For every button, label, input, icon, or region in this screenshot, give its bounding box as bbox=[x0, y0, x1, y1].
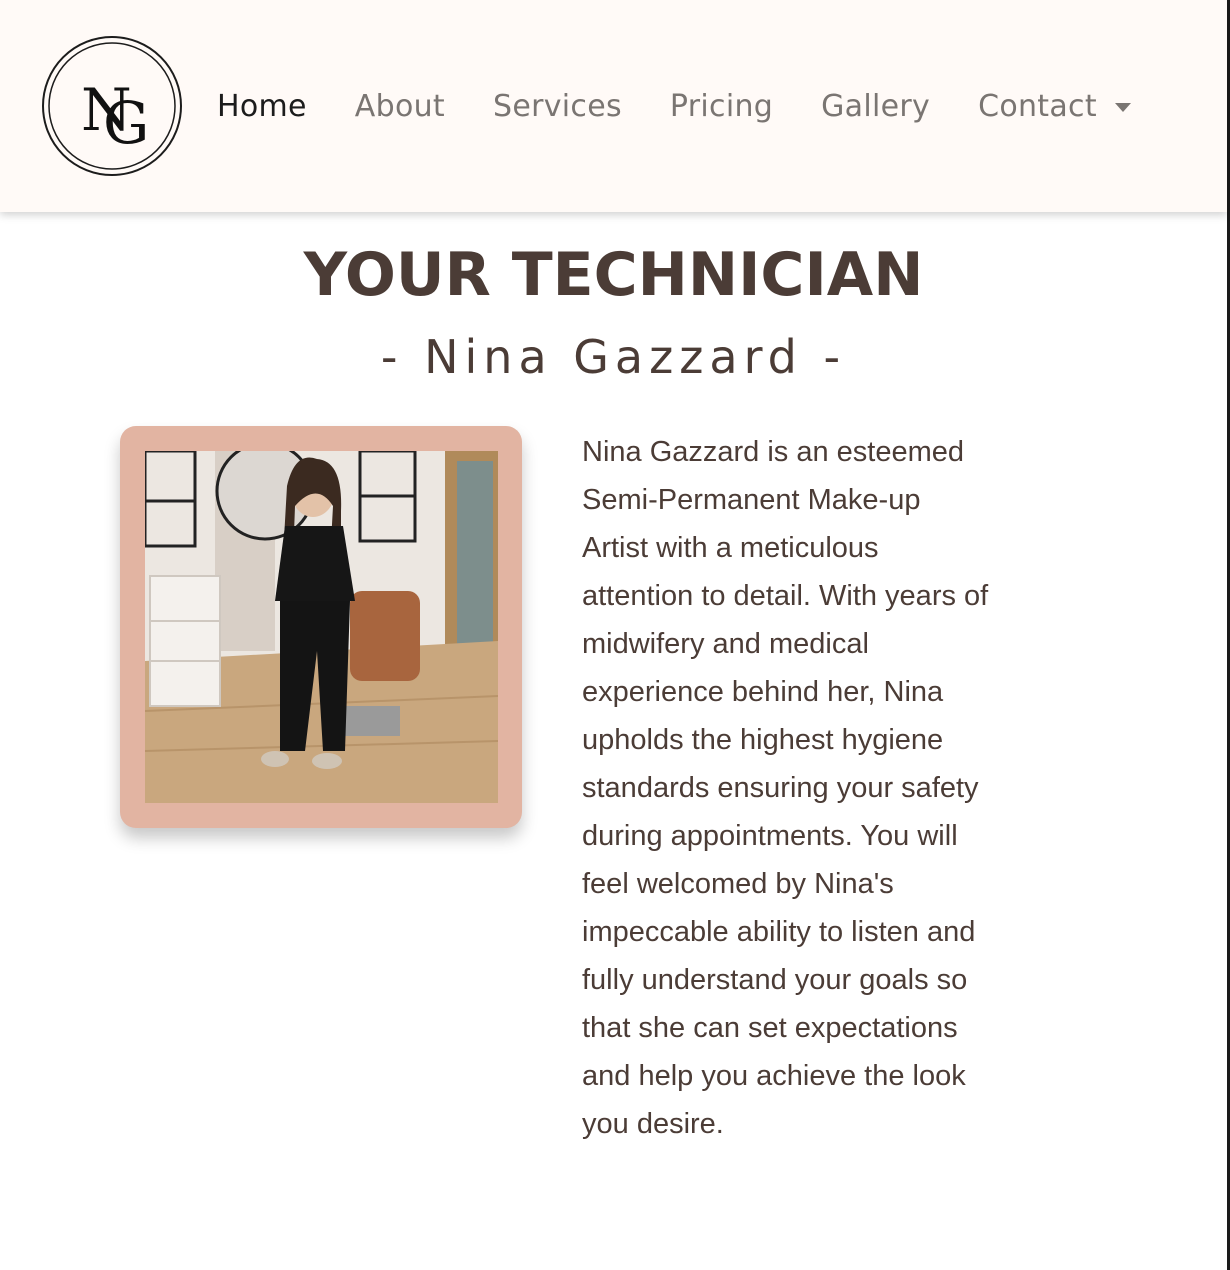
ng-monogram-logo-icon: N G bbox=[42, 36, 182, 176]
nav-about[interactable]: About bbox=[355, 89, 445, 124]
section-title: YOUR TECHNICIAN bbox=[303, 240, 924, 310]
technician-photo bbox=[145, 451, 498, 803]
technician-name-subtitle: - Nina Gazzard - bbox=[380, 330, 847, 384]
nav-home[interactable]: Home bbox=[217, 89, 307, 124]
nav-contact-dropdown[interactable]: Contact bbox=[978, 89, 1131, 124]
logo-link[interactable]: N G bbox=[41, 35, 183, 177]
technician-bio: Nina Gazzard is an esteemed Semi-Permane… bbox=[582, 436, 989, 1140]
technician-photo-image bbox=[145, 451, 498, 803]
page: N G Home About Services Pricing Gallery … bbox=[0, 0, 1230, 1270]
nav-links: Home About Services Pricing Gallery Cont… bbox=[217, 82, 1131, 130]
nav-pricing[interactable]: Pricing bbox=[670, 89, 773, 124]
navbar: N G Home About Services Pricing Gallery … bbox=[0, 0, 1227, 212]
svg-text:G: G bbox=[103, 89, 149, 157]
nav-services[interactable]: Services bbox=[493, 89, 622, 124]
caret-down-icon bbox=[1114, 102, 1131, 112]
nav-gallery[interactable]: Gallery bbox=[821, 89, 930, 124]
photo-frame bbox=[120, 426, 522, 828]
nav-contact-label: Contact bbox=[978, 88, 1097, 124]
